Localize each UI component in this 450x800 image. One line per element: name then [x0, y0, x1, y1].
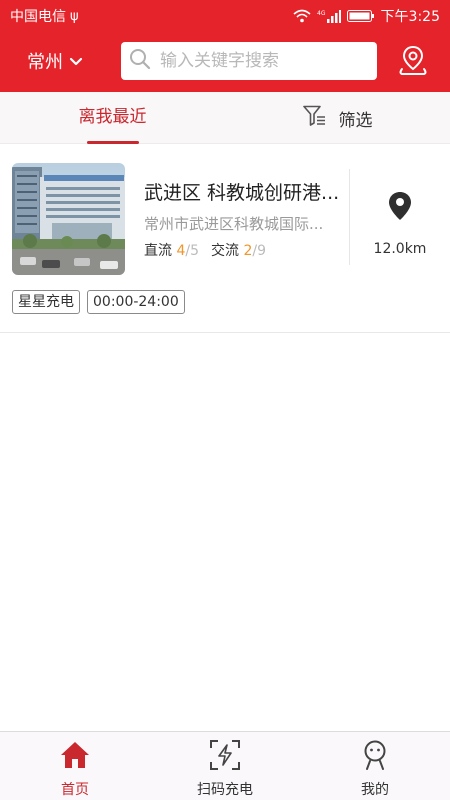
map-pin-icon [387, 192, 413, 225]
search-box[interactable] [121, 42, 377, 80]
nav-home[interactable]: 首页 [0, 732, 150, 800]
station-address: 常州市武进区科教城国际... [144, 215, 324, 233]
nav-scan-charge[interactable]: 扫码充电 [150, 732, 300, 800]
scan-charge-icon [209, 739, 241, 771]
status-time: 下午3:25 [380, 9, 440, 25]
ac-availability: 交流 2/9 [211, 240, 266, 260]
dc-label: 直流 [144, 243, 172, 259]
wifi-icon [293, 9, 311, 23]
station-photo [12, 163, 125, 275]
nav-scan-charge-label: 扫码充电 [197, 782, 253, 798]
usb-icon: ψ [70, 8, 79, 24]
navigate-button[interactable] [387, 191, 413, 221]
station-card[interactable]: 武进区 科教城创研港... 常州市武进区科教城国际... 直流 4/5 交流 2… [0, 145, 450, 333]
city-selector[interactable]: 常州 [27, 48, 83, 74]
tab-filter[interactable]: 筛选 [225, 92, 450, 144]
dc-availability: 直流 4/5 [144, 240, 199, 260]
network-type-label: 4G [317, 10, 326, 17]
filter-icon [302, 105, 327, 132]
city-label: 常州 [27, 52, 63, 73]
nav-home-label: 首页 [61, 782, 89, 798]
status-bar: 中国电信 ψ 4G 下午3:25 [0, 0, 450, 30]
location-person-icon [396, 45, 430, 82]
carrier-name: 中国电信 [10, 9, 66, 25]
station-distance: 12.0km [373, 241, 427, 257]
dc-total-count: /5 [185, 243, 199, 259]
tab-active-indicator [87, 141, 139, 144]
tab-filter-label: 筛选 [338, 110, 373, 131]
tab-nearest-label: 离我最近 [78, 107, 147, 127]
tab-nearest[interactable]: 离我最近 [0, 92, 225, 144]
search-icon [129, 48, 151, 74]
user-icon [359, 739, 391, 771]
sort-tabs: 离我最近 筛选 [0, 92, 450, 144]
ac-label: 交流 [211, 243, 239, 259]
nav-mine[interactable]: 我的 [300, 732, 450, 800]
nav-mine-label: 我的 [361, 782, 389, 798]
search-input[interactable] [160, 51, 360, 71]
operator-tag: 星星充电 [12, 290, 80, 314]
bottom-nav: 首页 扫码充电 我的 [0, 731, 450, 800]
charger-availability: 直流 4/5 交流 2/9 [144, 240, 266, 260]
home-icon [59, 739, 91, 771]
hours-tag: 00:00-24:00 [87, 290, 185, 314]
header: 常州 [0, 30, 450, 92]
signal-icon: 4G [317, 9, 341, 23]
chevron-down-icon [69, 51, 83, 72]
location-button[interactable] [396, 44, 430, 78]
battery-icon [346, 9, 375, 23]
ac-total-count: /9 [252, 243, 266, 259]
station-tags: 星星充电 00:00-24:00 [12, 290, 185, 314]
station-name: 武进区 科教城创研港... [144, 182, 340, 204]
